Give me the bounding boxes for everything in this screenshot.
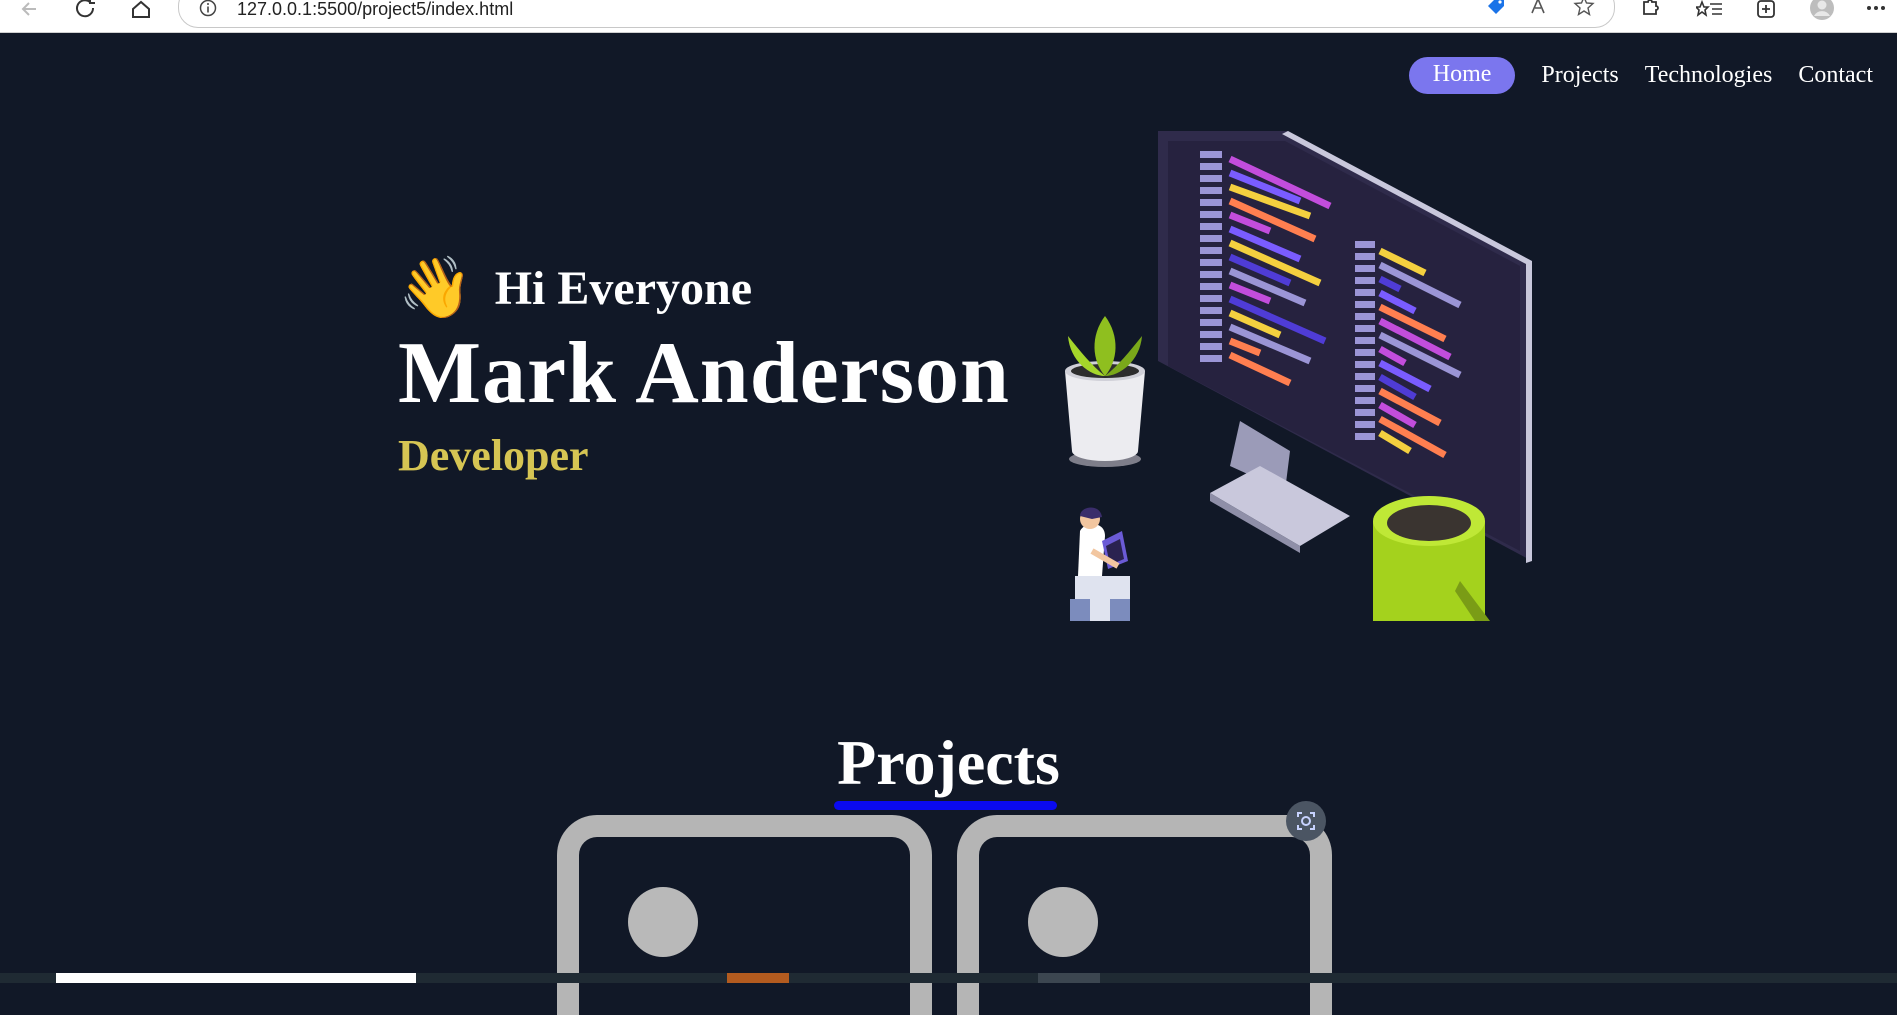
main-nav: Home Projects Technologies Contact [1408,57,1873,94]
project-card[interactable] [957,815,1332,1015]
more-icon[interactable] [1862,0,1890,22]
coffee-cup-illustration [1373,496,1490,621]
projects-heading: Projects [837,727,1060,798]
monitor-illustration [1158,131,1532,563]
nav-home[interactable]: Home [1408,57,1516,94]
project-avatar [1028,887,1098,957]
taskbar [0,973,1897,983]
nav-projects[interactable]: Projects [1541,62,1618,89]
url-text: 127.0.0.1:5500/project5/index.html [237,0,514,19]
favorite-add-icon[interactable] [1573,0,1595,17]
developer-illustration [1065,131,1532,621]
back-icon[interactable] [16,0,46,24]
tag-icon[interactable] [1485,0,1507,17]
project-avatar [628,887,698,957]
visual-search-icon [1297,812,1315,830]
refresh-icon[interactable] [71,0,101,24]
favorites-icon[interactable] [1696,0,1724,22]
taskbar-item[interactable] [727,973,789,983]
person-illustration [1070,507,1130,621]
greeting-row: 👋 Hi Everyone [398,258,1010,318]
hero-text: 👋 Hi Everyone Mark Anderson Developer [398,258,1010,481]
taskbar-item[interactable] [56,973,416,983]
hero-name: Mark Anderson [398,325,1010,422]
browser-toolbar: 127.0.0.1:5500/project5/index.html [0,0,1897,33]
nav-contact[interactable]: Contact [1798,62,1873,89]
read-aloud-icon[interactable] [1529,0,1551,17]
profile-icon[interactable] [1808,0,1836,22]
extensions-icon[interactable] [1636,0,1664,22]
hero-role: Developer [398,431,589,480]
visual-search-button[interactable] [1286,801,1326,841]
taskbar-item[interactable] [1038,973,1100,983]
project-card[interactable] [557,815,932,1015]
collections-icon[interactable] [1752,0,1780,22]
heading-underline [834,801,1057,810]
nav-technologies[interactable]: Technologies [1645,62,1773,89]
portfolio-page: Home Projects Technologies Contact 👋 Hi … [0,33,1897,973]
plant-illustration [1065,316,1145,467]
home-icon[interactable] [126,0,156,24]
address-bar[interactable]: 127.0.0.1:5500/project5/index.html [178,0,1615,28]
waving-hand-icon: 👋 [398,255,473,321]
greeting-text: Hi Everyone [494,261,753,315]
info-icon[interactable] [199,0,217,17]
